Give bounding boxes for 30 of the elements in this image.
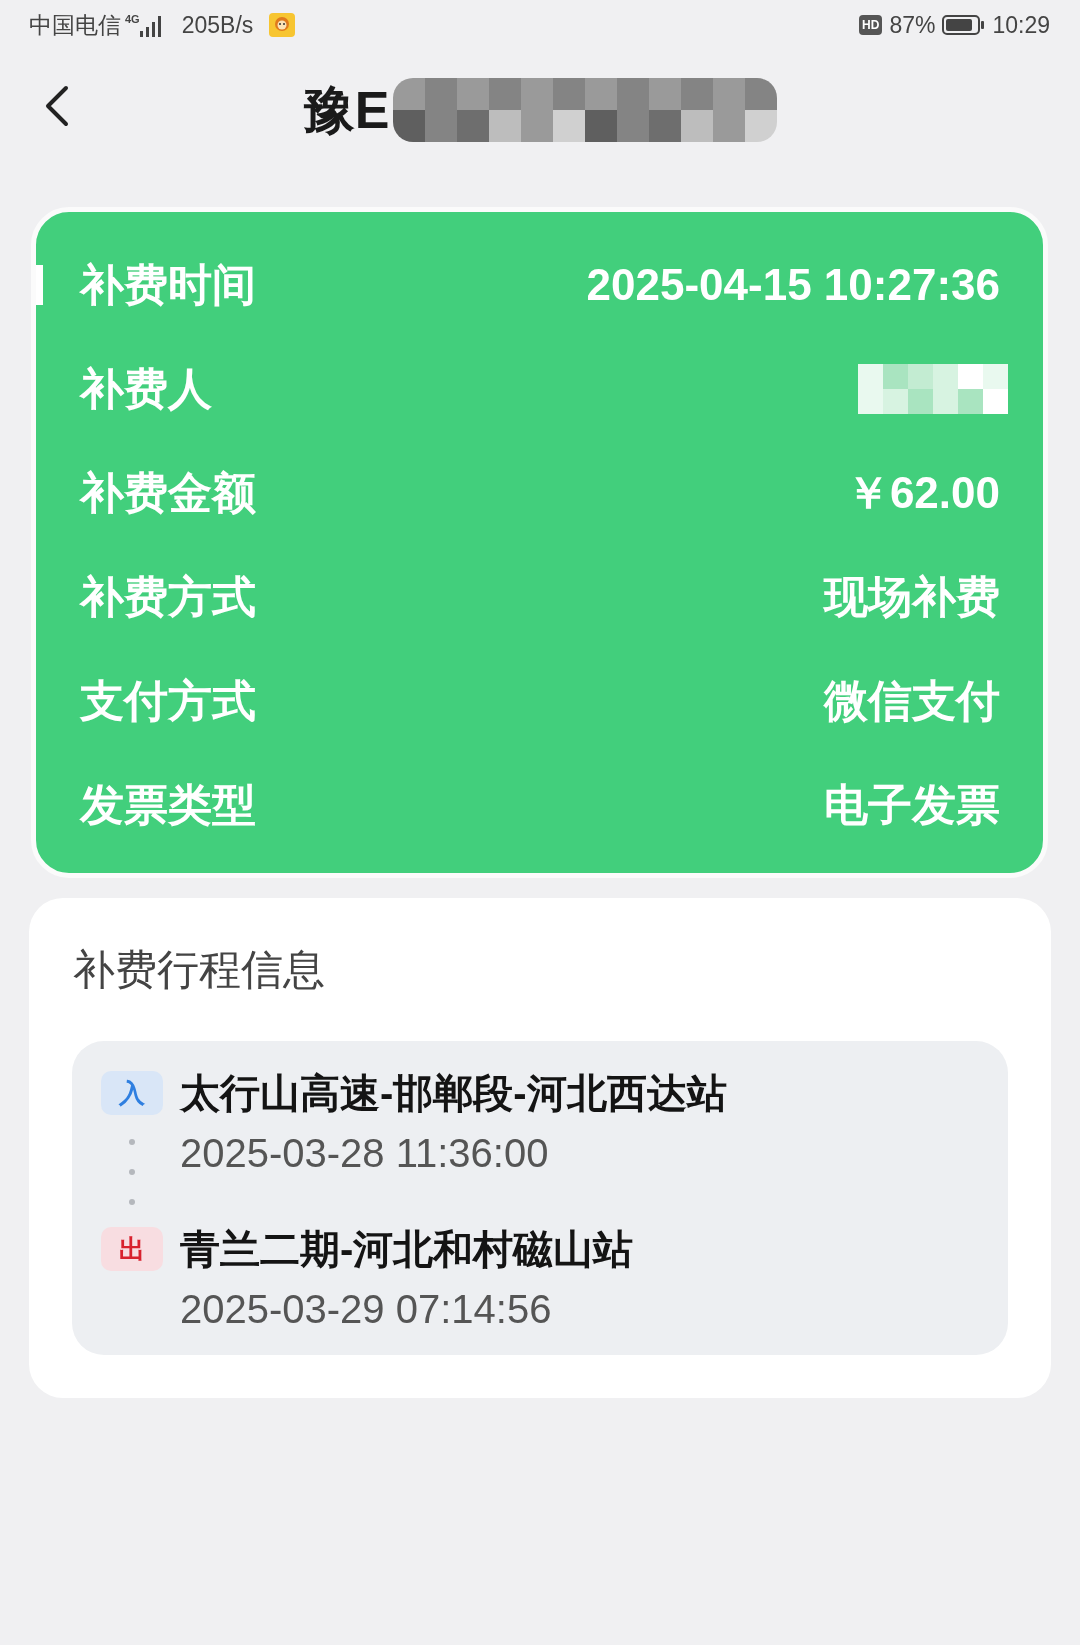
detail-value: 2025-04-15 10:27:36 bbox=[586, 259, 1000, 311]
detail-value: ￥62.00 bbox=[845, 467, 1000, 519]
battery-percent: 87% bbox=[889, 11, 936, 39]
hd-indicator: HD bbox=[859, 15, 883, 35]
carrier-name: 中国电信 bbox=[29, 11, 121, 39]
detail-label: 发票类型 bbox=[80, 779, 256, 831]
battery-icon bbox=[942, 15, 986, 35]
detail-label: 补费人 bbox=[80, 363, 212, 415]
section-title: 补费行程信息 bbox=[72, 948, 326, 992]
stop-badge: 出 bbox=[101, 1227, 163, 1271]
detail-label: 补费方式 bbox=[80, 571, 256, 623]
network-speed: 205B/s bbox=[181, 11, 254, 39]
detail-value: 微信支付 bbox=[824, 675, 1000, 727]
detail-value: 电子发票 bbox=[824, 779, 1000, 831]
detail-value: 现场补费 bbox=[824, 571, 1000, 623]
dotted-line-icon bbox=[128, 1138, 136, 1206]
detail-label: 补费时间 bbox=[80, 259, 256, 311]
station-name: 太行山高速-邯郸段-河北西达站 bbox=[180, 1070, 728, 1117]
detail-label: 补费金额 bbox=[80, 467, 256, 519]
network-type: 4G bbox=[125, 13, 140, 25]
station-name: 青兰二期-河北和村磁山站 bbox=[180, 1226, 635, 1273]
detail-label: 支付方式 bbox=[80, 675, 256, 727]
stop-time: 2025-03-29 07:14:56 bbox=[180, 1286, 553, 1333]
signal-bars-icon bbox=[139, 15, 164, 37]
stop-time: 2025-03-28 11:36:00 bbox=[180, 1130, 550, 1177]
cartoon-face-icon bbox=[269, 13, 296, 37]
page-title: 豫E bbox=[302, 80, 390, 141]
chevron-left-icon bbox=[44, 85, 70, 127]
clock-time: 10:29 bbox=[992, 11, 1050, 39]
stop-badge: 入 bbox=[101, 1071, 163, 1115]
